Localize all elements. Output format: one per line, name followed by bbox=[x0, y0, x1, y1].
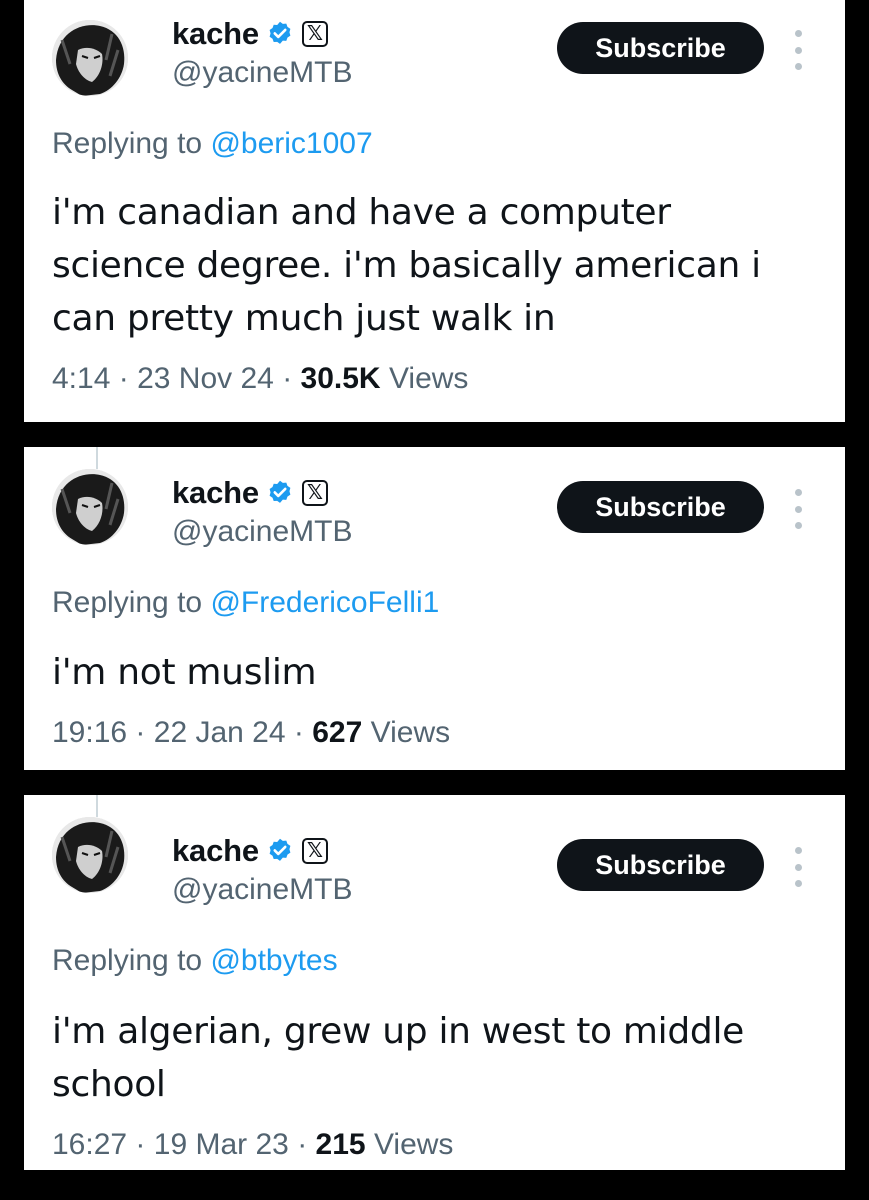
avatar[interactable] bbox=[52, 469, 128, 545]
tweet-card: kache 𝕏 @yacineMTB Subscribe Replying to… bbox=[24, 0, 845, 422]
tweet-time[interactable]: 4:14 bbox=[52, 362, 110, 395]
subscribe-button[interactable]: Subscribe bbox=[557, 22, 764, 74]
tweet-text: i'm canadian and have a computer science… bbox=[52, 192, 761, 339]
tweet-meta: 19:16 · 22 Jan 24 · 627 Views bbox=[52, 716, 450, 750]
meta-separator: · bbox=[135, 1128, 146, 1161]
avatar[interactable] bbox=[52, 817, 128, 893]
replying-to: Replying to @btbytes bbox=[52, 944, 338, 978]
tweet-text: i'm algerian, grew up in west to middle … bbox=[52, 1011, 745, 1105]
more-vertical-icon[interactable] bbox=[788, 847, 808, 887]
tweet-card: kache 𝕏 @yacineMTB Subscribe Replying to… bbox=[24, 447, 845, 770]
views-label: Views bbox=[370, 716, 451, 749]
tweet-time[interactable]: 19:16 bbox=[52, 716, 127, 749]
subscribe-button[interactable]: Subscribe bbox=[557, 481, 764, 533]
replying-to: Replying to @beric1007 bbox=[52, 127, 373, 161]
views-count: 30.5K bbox=[300, 362, 381, 395]
tweet-date[interactable]: 19 Mar 23 bbox=[154, 1128, 289, 1161]
tweet-date[interactable]: 22 Jan 24 bbox=[154, 716, 286, 749]
tweet-text: i'm not muslim bbox=[52, 652, 317, 693]
reply-mention-link[interactable]: @btbytes bbox=[210, 944, 337, 977]
tweet-time[interactable]: 16:27 bbox=[52, 1128, 127, 1161]
tweet-card: kache 𝕏 @yacineMTB Subscribe Replying to… bbox=[24, 795, 845, 1170]
subscribe-button[interactable]: Subscribe bbox=[557, 839, 764, 891]
more-vertical-icon[interactable] bbox=[788, 30, 808, 70]
meta-separator: · bbox=[135, 716, 146, 749]
display-name[interactable]: kache bbox=[172, 475, 259, 511]
meta-separator: · bbox=[293, 716, 304, 749]
views-count: 627 bbox=[312, 716, 363, 749]
x-logo-icon: 𝕏 bbox=[301, 480, 328, 506]
meta-separator: · bbox=[282, 362, 293, 395]
thread-connector bbox=[96, 795, 98, 817]
thread-connector bbox=[96, 447, 98, 469]
tweet-meta: 4:14 · 23 Nov 24 · 30.5K Views bbox=[52, 362, 468, 396]
avatar[interactable] bbox=[52, 20, 128, 96]
replying-prefix: Replying to bbox=[52, 944, 203, 977]
views-label: Views bbox=[373, 1128, 454, 1161]
user-handle[interactable]: @yacineMTB bbox=[172, 873, 353, 907]
display-name[interactable]: kache bbox=[172, 833, 259, 869]
user-handle[interactable]: @yacineMTB bbox=[172, 515, 353, 549]
meta-separator: · bbox=[118, 362, 129, 395]
replying-prefix: Replying to bbox=[52, 127, 203, 160]
display-name[interactable]: kache bbox=[172, 16, 259, 52]
meta-separator: · bbox=[297, 1128, 308, 1161]
user-handle[interactable]: @yacineMTB bbox=[172, 56, 353, 90]
verified-badge-icon bbox=[269, 838, 291, 861]
views-count: 215 bbox=[315, 1128, 366, 1161]
reply-mention-link[interactable]: @beric1007 bbox=[210, 127, 372, 160]
more-vertical-icon[interactable] bbox=[788, 489, 808, 529]
x-logo-icon: 𝕏 bbox=[301, 21, 328, 47]
verified-badge-icon bbox=[269, 21, 291, 44]
reply-mention-link[interactable]: @FredericoFelli1 bbox=[210, 586, 439, 619]
x-logo-icon: 𝕏 bbox=[301, 838, 328, 864]
replying-prefix: Replying to bbox=[52, 586, 203, 619]
verified-badge-icon bbox=[269, 480, 291, 503]
replying-to: Replying to @FredericoFelli1 bbox=[52, 586, 439, 620]
tweet-meta: 16:27 · 19 Mar 23 · 215 Views bbox=[52, 1128, 453, 1162]
tweet-date[interactable]: 23 Nov 24 bbox=[137, 362, 274, 395]
views-label: Views bbox=[388, 362, 469, 395]
